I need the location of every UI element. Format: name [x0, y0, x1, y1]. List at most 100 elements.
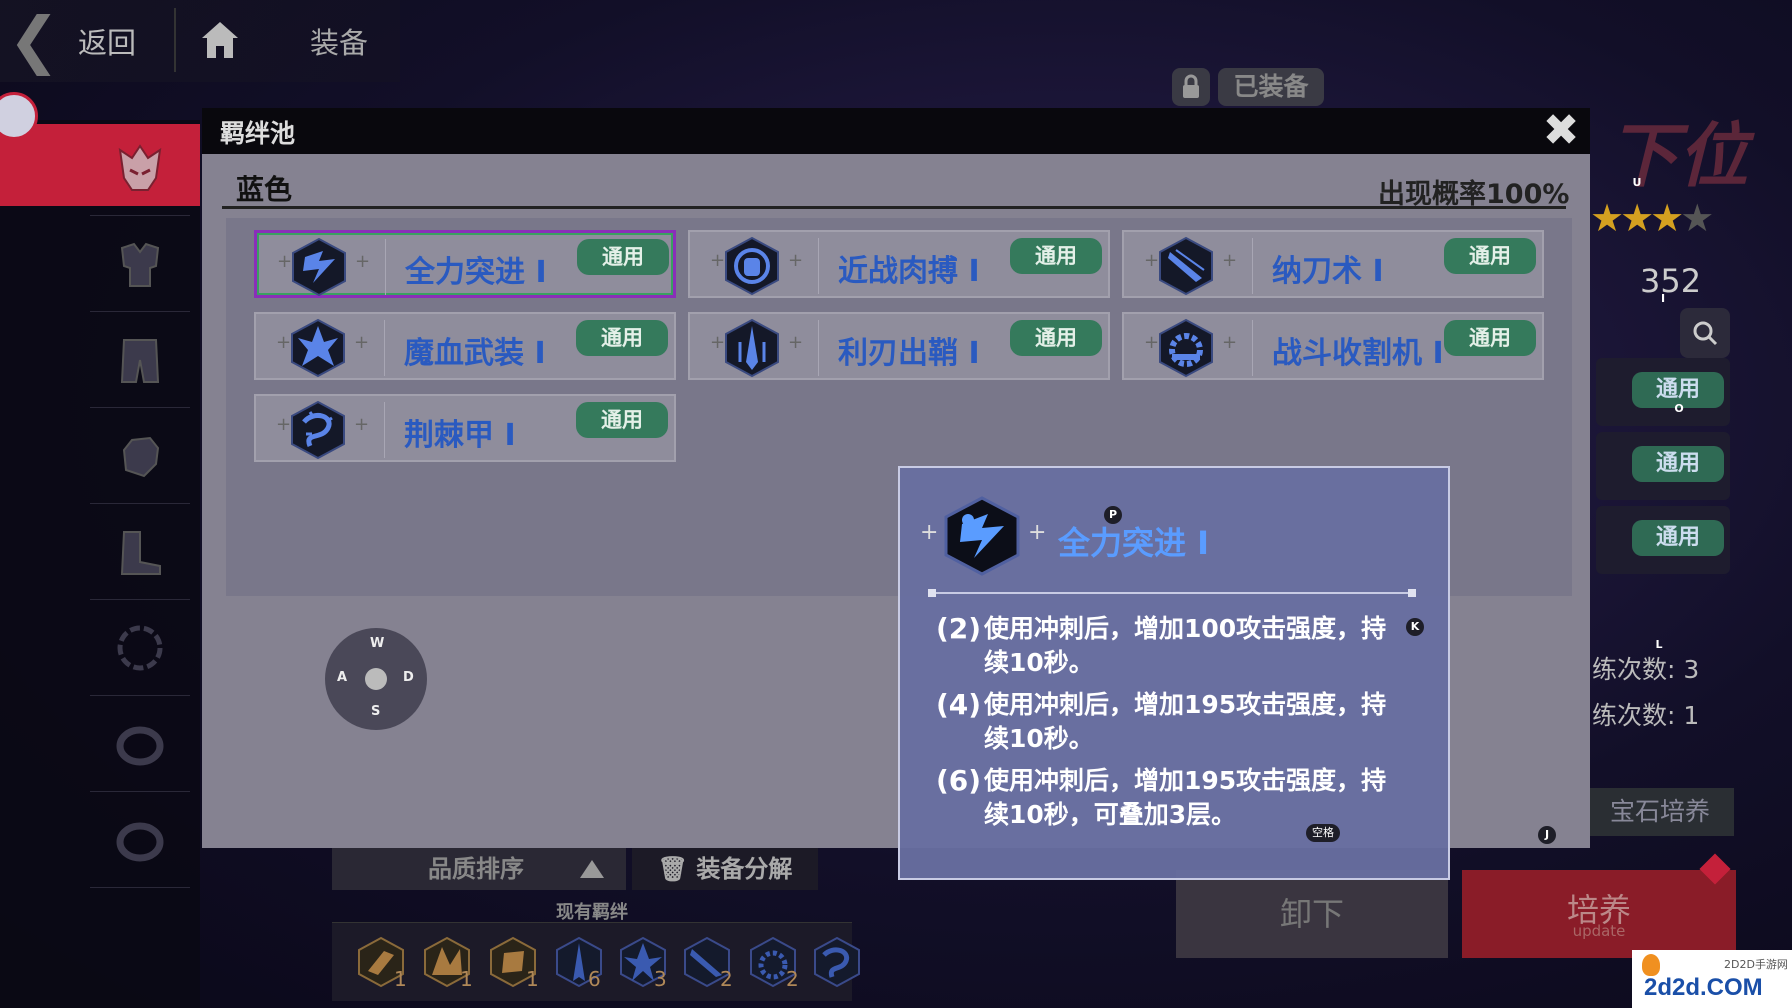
divider	[174, 8, 176, 72]
bond-name: 纳刀术 Ⅰ	[1272, 254, 1384, 289]
right-bond-row[interactable]: 通用	[1596, 506, 1730, 574]
modal-header: 羁绊池 ✖	[202, 108, 1590, 154]
cultivate-sub-label: update	[1572, 922, 1626, 940]
current-bonds-strip: 1 1 1 6 3 2 2	[332, 922, 860, 1001]
common-tag: 通用	[1632, 446, 1724, 482]
ring-slot-1[interactable]	[90, 696, 190, 792]
divider	[222, 206, 1566, 209]
bond-name: 利刃出鞘 Ⅰ	[838, 336, 980, 371]
unequip-button[interactable]: 卸下	[1176, 870, 1448, 958]
boots-icon	[120, 530, 161, 575]
key-a: A	[337, 670, 348, 685]
effect-tier: (2)	[936, 612, 982, 645]
back-button[interactable]: 返回	[78, 20, 136, 62]
tier-label: 蓝色	[236, 173, 293, 206]
key-hint-i: I	[1660, 292, 1666, 305]
effect-tier: (4)	[936, 688, 982, 721]
helmet-slot[interactable]	[90, 120, 190, 216]
effect-text: 使用冲刺后，增加100攻击强度，持续10秒。	[984, 614, 1387, 677]
ring-slot-2[interactable]	[90, 792, 190, 888]
watermark-text: 2d2d.COM	[1644, 974, 1763, 1001]
gauntlet-icon	[122, 436, 160, 477]
bond-count: 1	[460, 967, 473, 991]
joystick-knob[interactable]	[365, 668, 387, 690]
bond-count: 2	[786, 967, 799, 991]
sheath-icon	[1159, 236, 1213, 296]
top-bar: ❮ 返回 装备	[0, 0, 400, 82]
right-bond-row[interactable]: 通用	[1596, 432, 1730, 500]
key-hint-o: O	[1674, 402, 1684, 415]
key-hint-space: 空格	[1306, 824, 1340, 842]
flame-icon	[1642, 954, 1660, 976]
sort-label: 品质排序	[428, 855, 524, 883]
sort-up-icon	[580, 860, 604, 878]
current-bonds-label: 现有羁绊	[556, 902, 628, 923]
bond-name: 全力突进 Ⅰ	[405, 255, 547, 290]
detail-bond-name: 全力突进 Ⅰ	[1058, 524, 1210, 562]
effect-text: 使用冲刺后，增加195攻击强度，持续10秒。	[984, 690, 1387, 753]
cultivate-button[interactable]: 培养 update	[1462, 870, 1736, 958]
thorns-icon	[291, 400, 345, 460]
train-count-1: 练次数: 3	[1592, 655, 1700, 684]
bond-card-sheath-art[interactable]: + + 纳刀术 Ⅰ 通用	[1122, 230, 1544, 298]
bond-card-full-charge[interactable]: + + 全力突进 Ⅰ 通用	[254, 230, 676, 298]
bond-icon[interactable]	[810, 935, 864, 989]
lock-icon[interactable]	[1172, 68, 1210, 106]
boots-slot[interactable]	[90, 504, 190, 600]
bond-card-thorns-armor[interactable]: + + 荆棘甲 Ⅰ 通用	[254, 394, 676, 462]
dismantle-button[interactable]: 🗑 装备分解	[632, 848, 818, 890]
right-bond-row[interactable]: 通用	[1596, 358, 1730, 426]
ring-icon	[116, 822, 164, 861]
detail-effect-4: (4) 使用冲刺后，增加195攻击强度，持续10秒。	[936, 688, 1416, 756]
bond-card-melee-brawl[interactable]: + + 近战肉搏 Ⅰ 通用	[688, 230, 1110, 298]
bond-card-demon-blood[interactable]: + + 魔血武装 Ⅰ 通用	[254, 312, 676, 380]
fist-icon	[725, 236, 779, 296]
divider	[928, 589, 1416, 597]
gloves-slot[interactable]	[90, 408, 190, 504]
bond-count: 2	[720, 967, 733, 991]
page-title: 装备	[310, 26, 369, 60]
equipped-badge: 已装备	[1218, 68, 1324, 106]
necklace-icon	[117, 625, 163, 670]
dash-icon	[292, 237, 346, 297]
quality-sort-button[interactable]: 品质排序	[332, 848, 626, 890]
common-tag: 通用	[577, 239, 669, 275]
key-hint-u: U	[1632, 176, 1642, 189]
home-icon[interactable]	[198, 18, 242, 62]
modal-title: 羁绊池	[220, 119, 296, 148]
blade-icon	[725, 318, 779, 378]
common-tag: 通用	[1444, 238, 1536, 274]
common-tag: 通用	[1010, 320, 1102, 356]
detail-effect-6: (6) 使用冲刺后，增加195攻击强度，持续10秒，可叠加3层。	[936, 764, 1416, 832]
close-icon[interactable]: ✖	[1542, 109, 1580, 153]
movement-joystick[interactable]: W A D S	[325, 628, 427, 730]
back-chevron-icon[interactable]: ❮	[8, 9, 68, 71]
necklace-slot[interactable]	[90, 600, 190, 696]
bond-count: 6	[588, 967, 601, 991]
detail-effect-2: (2) 使用冲刺后，增加100攻击强度，持续10秒。	[936, 612, 1416, 680]
watermark-logo: 2D2D手游网 2d2d.COM	[1632, 950, 1792, 1008]
bond-detail-tooltip: + + P 全力突进 Ⅰ K (2) 使用冲刺后，增加100攻击强度，持续10秒。…	[898, 466, 1450, 880]
leg-armor-icon	[120, 338, 160, 383]
gem-cultivate-button[interactable]: 宝石培养	[1586, 788, 1734, 836]
chest-armor-icon	[120, 242, 160, 287]
key-s: S	[371, 704, 381, 719]
common-tag: 通用	[1444, 320, 1536, 356]
star-rating: ★★★★	[1590, 196, 1714, 240]
bond-count: 3	[654, 967, 667, 991]
harvester-icon	[1159, 318, 1213, 378]
bond-card-battle-harvester[interactable]: + + 战斗收割机 Ⅰ 通用	[1122, 312, 1544, 380]
helmet-icon	[118, 143, 162, 191]
common-tag: 通用	[576, 402, 668, 438]
effect-tier: (6)	[936, 764, 982, 797]
dash-icon	[944, 496, 1020, 576]
bond-name: 近战肉搏 Ⅰ	[838, 254, 980, 289]
dismantle-label: 装备分解	[696, 855, 793, 883]
legs-slot[interactable]	[90, 312, 190, 408]
ring-icon	[116, 726, 164, 765]
bond-card-blade-drawn[interactable]: + + 利刃出鞘 Ⅰ 通用	[688, 312, 1110, 380]
bond-count: 1	[394, 967, 407, 991]
key-w: W	[370, 636, 385, 651]
armor-slot[interactable]	[90, 216, 190, 312]
search-button[interactable]	[1680, 308, 1730, 358]
